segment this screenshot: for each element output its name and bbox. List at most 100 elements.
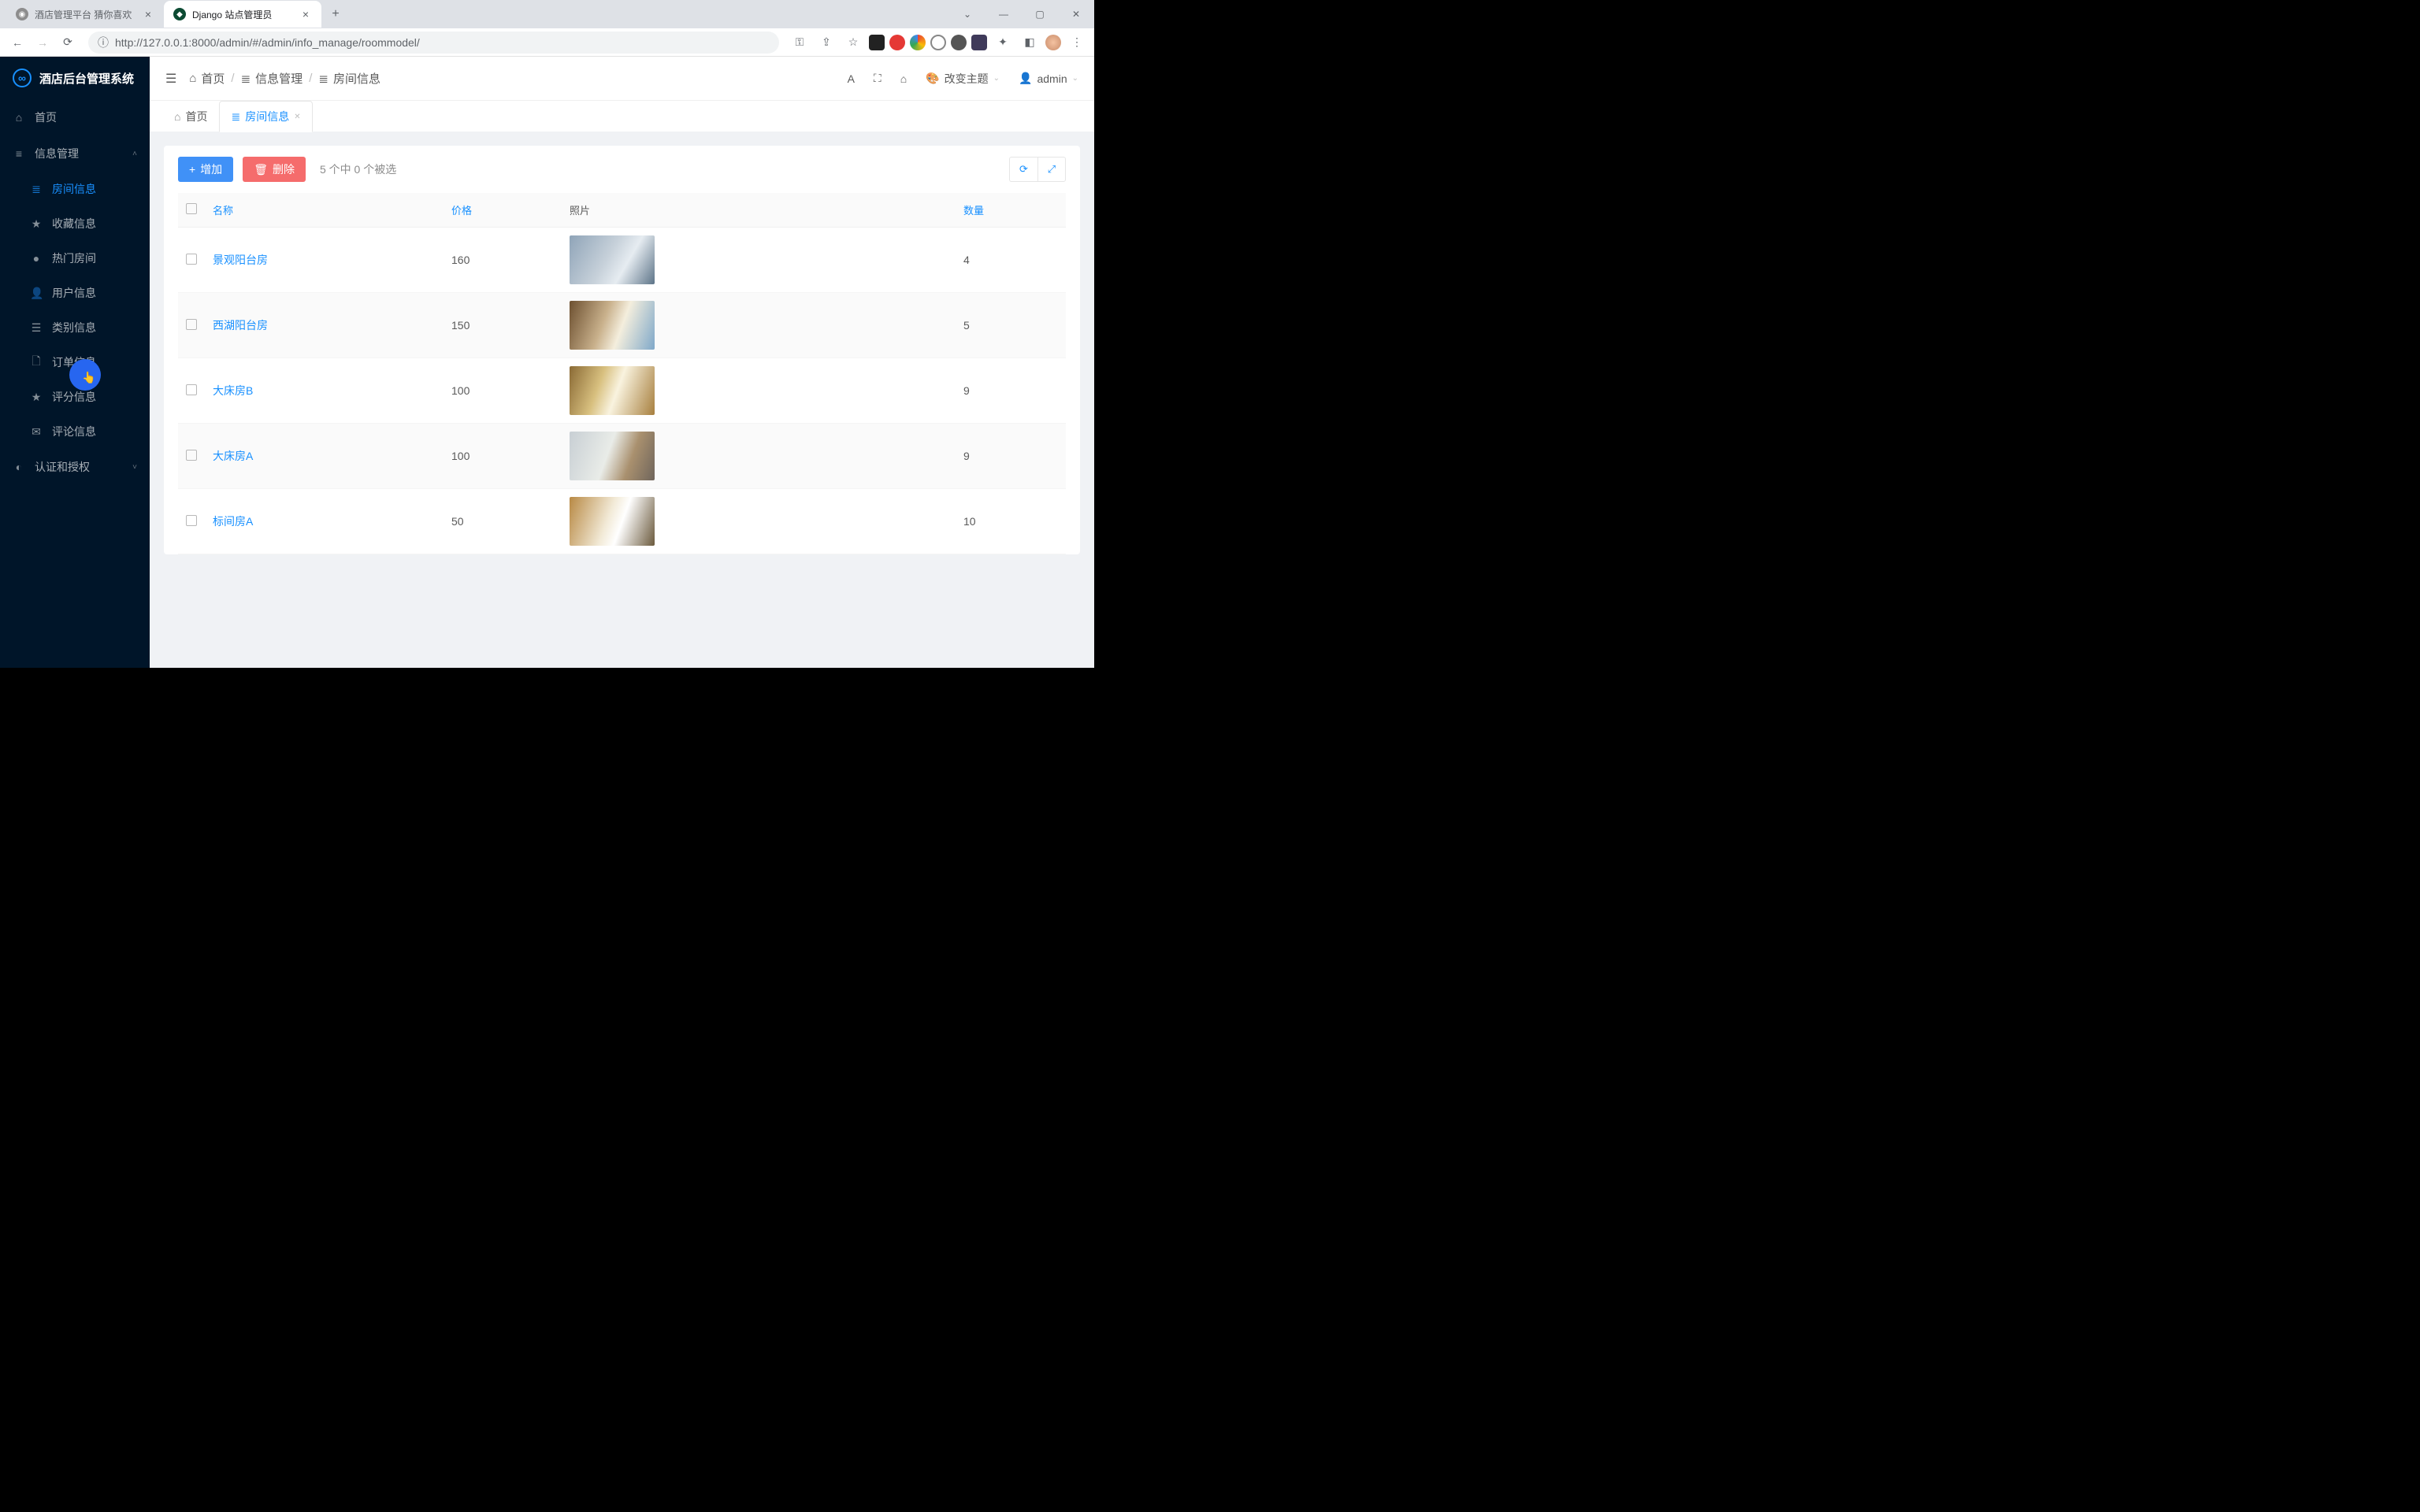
extension-icon[interactable] xyxy=(951,35,967,50)
extension-icon[interactable] xyxy=(910,35,926,50)
room-thumbnail[interactable] xyxy=(570,235,655,284)
price-cell: 150 xyxy=(444,293,562,358)
user-icon: 👤 xyxy=(1019,72,1032,85)
share-icon[interactable]: ⇪ xyxy=(815,32,837,54)
list-icon: ☰ xyxy=(30,321,43,335)
sidebar-label: 信息管理 xyxy=(35,146,79,161)
breadcrumb-home[interactable]: ⌂ 首页 xyxy=(189,70,225,87)
sidebar-item-room[interactable]: ≣ 房间信息 xyxy=(0,172,150,206)
sidebar-label: 评分信息 xyxy=(52,389,96,405)
close-icon[interactable]: ✕ xyxy=(294,113,300,121)
browser-toolbar: ← → ⟳ ⓘ http://127.0.0.1:8000/admin/#/ad… xyxy=(0,28,1094,57)
col-qty[interactable]: 数量 xyxy=(956,193,1066,228)
room-thumbnail[interactable] xyxy=(570,301,655,350)
home-icon: ⌂ xyxy=(189,72,196,85)
profile-avatar[interactable] xyxy=(1045,35,1061,50)
breadcrumb-info[interactable]: ≣ 信息管理 xyxy=(241,70,303,87)
app-logo[interactable]: ∞ 酒店后台管理系统 xyxy=(0,57,150,99)
tab-search-icon[interactable]: ⌄ xyxy=(949,1,985,28)
sidebar-group-auth[interactable]: ◐ 认证和授权 ˅ xyxy=(0,449,150,485)
extension-icon[interactable] xyxy=(971,35,987,50)
app-root: 👆 ∞ 酒店后台管理系统 ⌂ 首页 ≡ 信息管理 ˄ ≣ 房间信息 xyxy=(0,57,1094,668)
sidebar-item-favorite[interactable]: ★ 收藏信息 xyxy=(0,206,150,241)
room-name-link[interactable]: 标间房A xyxy=(213,515,253,528)
select-all-header xyxy=(178,193,205,228)
table-header-row: 名称 价格 照片 数量 xyxy=(178,193,1066,228)
minimize-button[interactable]: — xyxy=(985,1,1022,28)
extension-icon[interactable] xyxy=(869,35,885,50)
table-card: + 增加 🗑 删除 5 个中 0 个被选 ⟳ ⤢ xyxy=(164,146,1080,554)
database-icon: ≣ xyxy=(241,72,251,86)
page-tab-home[interactable]: ⌂ 首页 xyxy=(162,101,219,132)
star-icon[interactable]: ☆ xyxy=(842,32,864,54)
palette-icon: 🎨 xyxy=(926,72,939,85)
maximize-button[interactable]: ▢ xyxy=(1022,1,1058,28)
sidebar-item-hot[interactable]: ● 热门房间 xyxy=(0,241,150,276)
user-menu[interactable]: 👤 admin ⌄ xyxy=(1019,72,1078,85)
sidebar-item-comment[interactable]: ✉ 评论信息 xyxy=(0,414,150,449)
hamburger-icon[interactable]: ☰ xyxy=(165,71,176,87)
room-name-link[interactable]: 景观阳台房 xyxy=(213,254,268,266)
select-all-checkbox[interactable] xyxy=(186,203,197,214)
key-icon[interactable]: ⚿ xyxy=(789,32,811,54)
expand-button[interactable]: ⤢ xyxy=(1037,157,1066,182)
close-window-button[interactable]: ✕ xyxy=(1058,1,1094,28)
page-tab-room[interactable]: ≣ 房间信息 ✕ xyxy=(219,101,312,132)
sidebar-item-category[interactable]: ☰ 类别信息 xyxy=(0,310,150,345)
chevron-down-icon: ⌄ xyxy=(1072,74,1078,83)
home-icon: ⌂ xyxy=(13,111,25,124)
sidebar-label: 首页 xyxy=(35,109,57,125)
back-button[interactable]: ← xyxy=(6,32,28,54)
refresh-button[interactable]: ⟳ xyxy=(1009,157,1037,182)
extensions-icon[interactable]: ✦ xyxy=(992,32,1014,54)
theme-button[interactable]: 🎨 改变主题 ⌄ xyxy=(926,71,1000,87)
chevron-down-icon: ⌄ xyxy=(993,74,1000,83)
sidebar-label: 订单信息 xyxy=(52,354,96,370)
url-bar[interactable]: ⓘ http://127.0.0.1:8000/admin/#/admin/in… xyxy=(88,32,779,54)
forward-button[interactable]: → xyxy=(32,32,54,54)
sidepanel-icon[interactable]: ◧ xyxy=(1019,32,1041,54)
qty-cell: 5 xyxy=(956,293,1066,358)
col-name[interactable]: 名称 xyxy=(205,193,444,228)
room-name-link[interactable]: 大床房A xyxy=(213,450,253,462)
close-icon[interactable]: × xyxy=(299,8,312,20)
table-row: 大床房B 100 9 xyxy=(178,358,1066,424)
menu-icon[interactable]: ⋮ xyxy=(1066,32,1088,54)
room-thumbnail[interactable] xyxy=(570,432,655,480)
sidebar-item-rating[interactable]: ★ 评分信息 xyxy=(0,380,150,414)
url-text: http://127.0.0.1:8000/admin/#/admin/info… xyxy=(115,36,420,49)
sidebar-label: 房间信息 xyxy=(52,181,96,197)
col-photo: 照片 xyxy=(562,193,956,228)
close-icon[interactable]: × xyxy=(142,8,154,20)
chevron-up-icon: ˄ xyxy=(132,150,137,158)
sidebar-item-order[interactable]: 🗋 订单信息 xyxy=(0,345,150,380)
row-checkbox[interactable] xyxy=(186,384,197,395)
sidebar-item-home[interactable]: ⌂ 首页 xyxy=(0,99,150,135)
new-tab-button[interactable]: + xyxy=(325,3,347,25)
reload-button[interactable]: ⟳ xyxy=(57,32,79,54)
room-name-link[interactable]: 西湖阳台房 xyxy=(213,319,268,332)
add-button[interactable]: + 增加 xyxy=(178,157,233,182)
col-price[interactable]: 价格 xyxy=(444,193,562,228)
row-checkbox[interactable] xyxy=(186,450,197,461)
row-checkbox[interactable] xyxy=(186,254,197,265)
home-button[interactable]: ⌂ xyxy=(900,72,907,85)
sidebar-item-user[interactable]: 👤 用户信息 xyxy=(0,276,150,310)
info-icon: ⓘ xyxy=(98,35,109,50)
delete-button[interactable]: 🗑 删除 xyxy=(243,157,306,182)
fullscreen-button[interactable]: ⛶ xyxy=(874,72,882,85)
extension-icon[interactable] xyxy=(930,35,946,50)
row-checkbox[interactable] xyxy=(186,319,197,330)
room-thumbnail[interactable] xyxy=(570,497,655,546)
browser-tab[interactable]: ◉ 酒店管理平台 猜你喜欢 × xyxy=(6,1,164,28)
font-button[interactable]: A xyxy=(848,72,855,85)
sidebar-label: 类别信息 xyxy=(52,320,96,335)
row-checkbox[interactable] xyxy=(186,515,197,526)
browser-tab-active[interactable]: ◆ Django 站点管理员 × xyxy=(164,1,321,28)
room-name-link[interactable]: 大床房B xyxy=(213,384,253,397)
room-thumbnail[interactable] xyxy=(570,366,655,415)
toolbar-right: ⟳ ⤢ xyxy=(1009,157,1066,182)
sidebar-group-info[interactable]: ≡ 信息管理 ˄ xyxy=(0,135,150,172)
price-cell: 160 xyxy=(444,228,562,293)
extension-icon[interactable] xyxy=(889,35,905,50)
